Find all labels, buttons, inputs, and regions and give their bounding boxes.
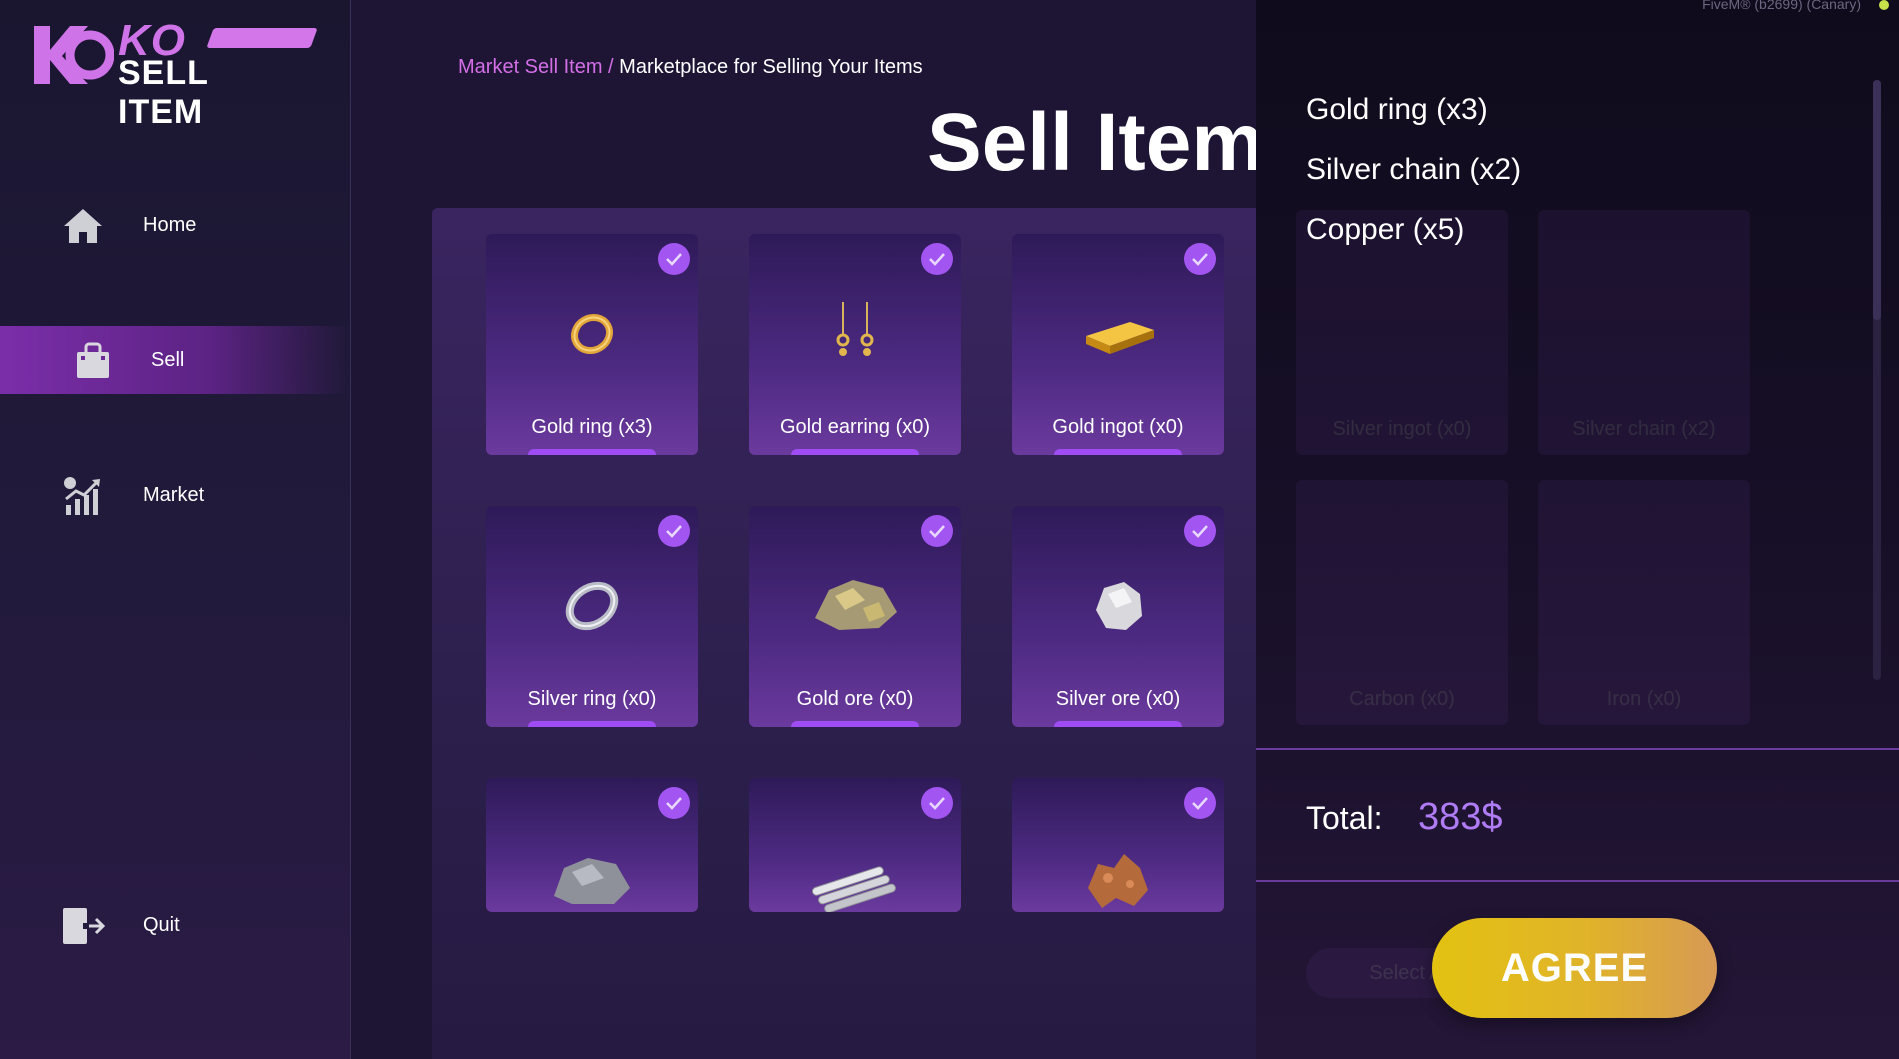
- check-icon[interactable]: [921, 243, 953, 275]
- logo-mark-icon: [34, 26, 114, 84]
- item-card[interactable]: [1012, 778, 1224, 912]
- item-card[interactable]: Silver ore (x0): [1012, 506, 1224, 727]
- check-icon[interactable]: [658, 787, 690, 819]
- shopping-bag-icon: [70, 340, 116, 382]
- ghost-label: Iron (x0): [1606, 688, 1682, 710]
- check-icon[interactable]: [1184, 787, 1216, 819]
- check-icon[interactable]: [1184, 243, 1216, 275]
- breadcrumb: Market Sell Item / Marketplace for Selli…: [458, 56, 923, 79]
- page-title: Sell Items: [927, 97, 1310, 188]
- item-underline: [791, 449, 919, 455]
- item-label: Gold ore (x0): [796, 688, 914, 710]
- check-icon[interactable]: [921, 515, 953, 547]
- check-icon[interactable]: [658, 243, 690, 275]
- nav-label-sell: Sell: [151, 348, 185, 371]
- item-label: Silver ring (x0): [527, 688, 657, 710]
- total-label: Total:: [1306, 800, 1383, 836]
- home-icon: [60, 205, 106, 247]
- item-underline: [791, 721, 919, 727]
- nav-label-home: Home: [143, 213, 197, 236]
- chart-icon: [60, 475, 106, 517]
- item-label: Silver ore (x0): [1055, 688, 1181, 710]
- item-card[interactable]: Silver ring (x0): [486, 506, 698, 727]
- item-card[interactable]: Gold ring (x3): [486, 234, 698, 455]
- iron-ore-icon: [554, 858, 630, 904]
- item-underline: [528, 449, 656, 455]
- agree-button[interactable]: AGREE: [1432, 918, 1717, 1018]
- breadcrumb-link[interactable]: Market Sell Item: [458, 56, 602, 78]
- item-card[interactable]: Gold ore (x0): [749, 506, 961, 727]
- item-underline: [1054, 449, 1182, 455]
- main-content: Market Sell Item / Marketplace for Selli…: [351, 0, 1310, 1059]
- item-card[interactable]: Gold ingot (x0): [1012, 234, 1224, 455]
- gold-ore-icon: [815, 580, 897, 630]
- status-dot: [1879, 0, 1889, 10]
- sidebar: KO SELL ITEM Home Sell Market Quit: [0, 0, 351, 1059]
- item-label: Gold ring (x3): [531, 416, 653, 438]
- logo: KO SELL ITEM: [30, 16, 318, 131]
- nav-item-market[interactable]: Market: [0, 461, 350, 529]
- divider: [1256, 748, 1899, 750]
- nav-item-home[interactable]: Home: [0, 191, 350, 259]
- item-card[interactable]: [749, 778, 961, 912]
- selection-summary-panel: Silver ingot (x0) Silver chain (x2) Carb…: [1256, 0, 1899, 1059]
- ghost-label: Silver chain (x2): [1572, 418, 1716, 440]
- watermark: FiveM® (b2699) (Canary): [1702, 0, 1861, 12]
- metal-bars-icon: [811, 866, 896, 912]
- logo-bar: [206, 28, 318, 48]
- ghost-card: Carbon (x0): [1296, 480, 1508, 725]
- logo-title: SELL ITEM: [118, 54, 209, 131]
- item-grid: Gold ring (x3) Gold earring (x0) Gold in…: [432, 208, 1256, 1059]
- summary-item: Copper (x5): [1306, 213, 1465, 246]
- nav-item-sell[interactable]: Sell: [0, 326, 350, 394]
- ghost-label: Silver ingot (x0): [1332, 418, 1472, 440]
- nav-label-quit: Quit: [143, 913, 180, 936]
- silver-ring-icon: [565, 581, 619, 631]
- exit-icon: [60, 905, 106, 947]
- check-icon[interactable]: [921, 787, 953, 819]
- divider: [1256, 880, 1899, 882]
- gold-ring-icon: [570, 313, 614, 355]
- nav-label-market: Market: [143, 483, 205, 506]
- ghost-card: Iron (x0): [1538, 480, 1750, 725]
- summary-item: Silver chain (x2): [1306, 153, 1522, 186]
- gold-earring-icon: [836, 302, 874, 356]
- item-underline: [1054, 721, 1182, 727]
- summary-list: Gold ring (x3) Silver chain (x2) Copper …: [1306, 88, 1521, 268]
- scrollbar-thumb[interactable]: [1873, 80, 1881, 320]
- item-card[interactable]: Gold earring (x0): [749, 234, 961, 455]
- item-card[interactable]: [486, 778, 698, 912]
- copper-ore-icon: [1088, 854, 1148, 908]
- check-icon[interactable]: [658, 515, 690, 547]
- nav-item-quit[interactable]: Quit: [0, 891, 350, 959]
- ghost-label: Carbon (x0): [1349, 688, 1455, 710]
- item-underline: [528, 721, 656, 727]
- check-icon[interactable]: [1184, 515, 1216, 547]
- gold-ingot-icon: [1086, 322, 1154, 354]
- breadcrumb-current: Marketplace for Selling Your Items: [619, 56, 923, 78]
- silver-ore-icon: [1096, 582, 1142, 630]
- total-value: 383$: [1418, 796, 1503, 838]
- app-root: KO SELL ITEM Home Sell Market Quit Marke…: [0, 0, 1899, 1059]
- summary-item: Gold ring (x3): [1306, 93, 1488, 126]
- ghost-card: Silver chain (x2): [1538, 210, 1750, 455]
- item-label: Gold ingot (x0): [1052, 416, 1184, 438]
- item-label: Gold earring (x0): [779, 416, 931, 438]
- breadcrumb-separator: /: [608, 56, 614, 78]
